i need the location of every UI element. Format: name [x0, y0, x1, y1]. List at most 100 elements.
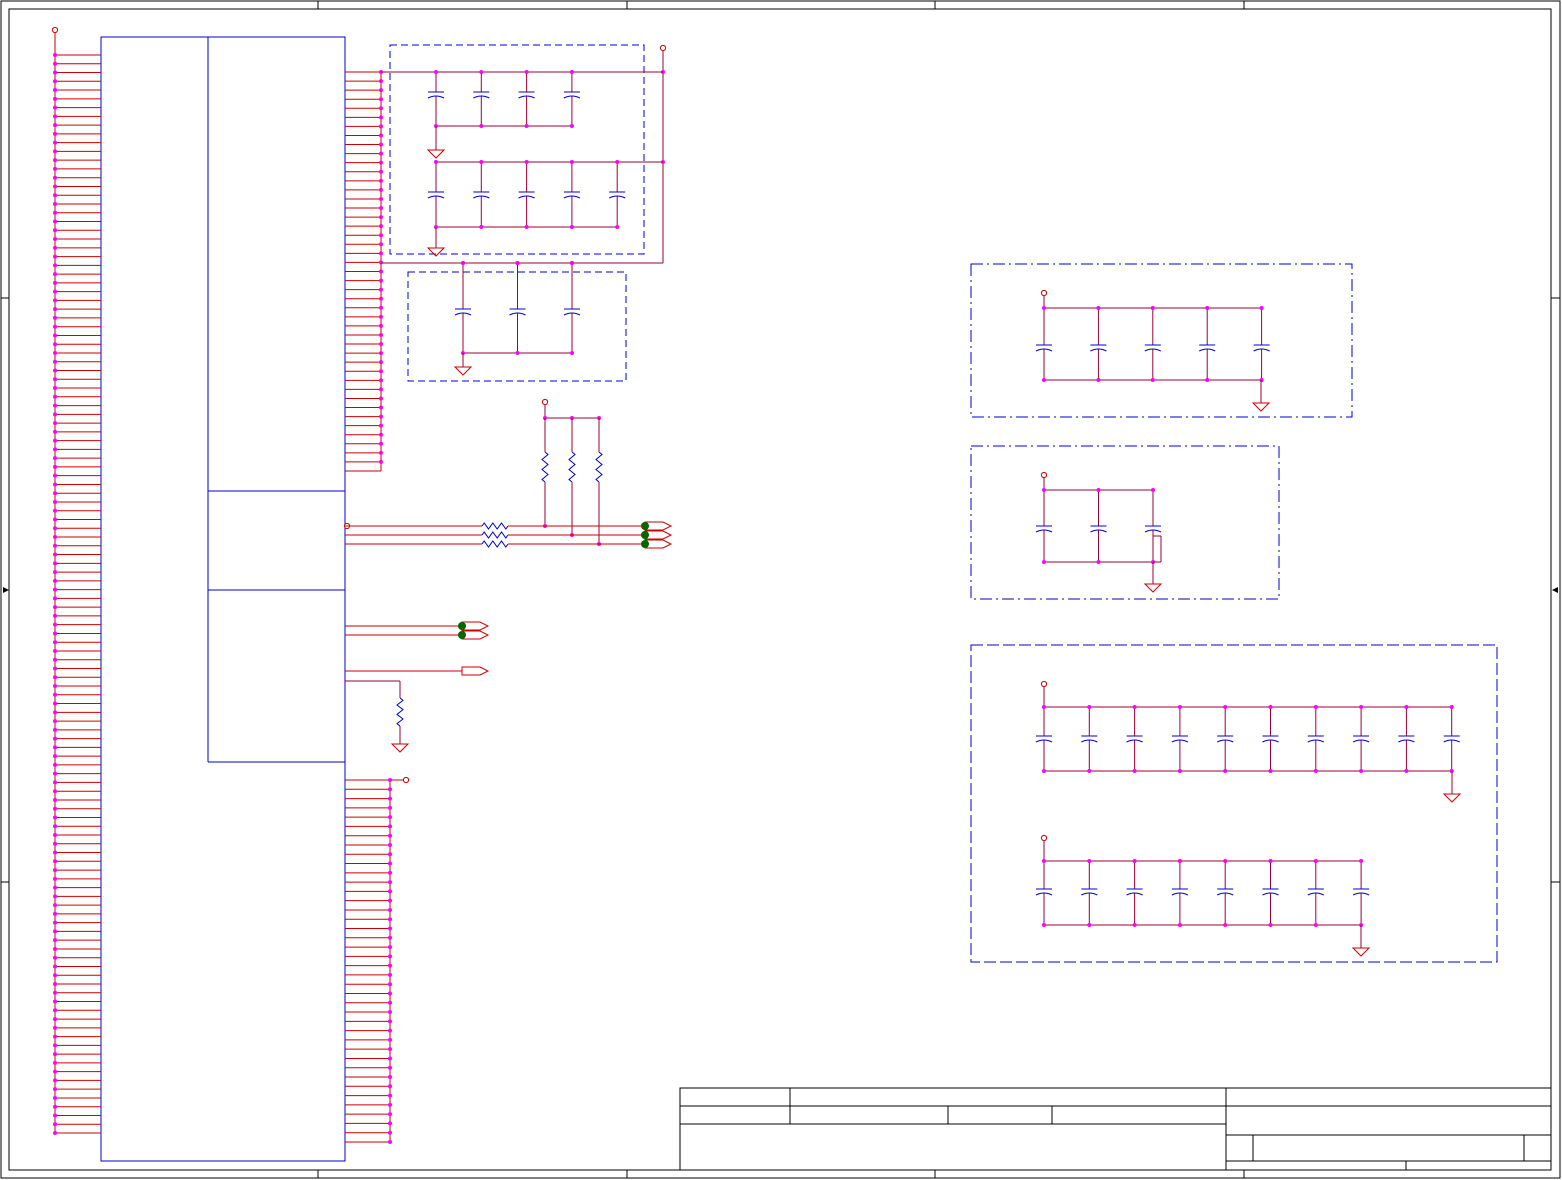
junction-dot — [379, 287, 383, 292]
resistor-horizontal — [481, 522, 509, 530]
junction-dot — [388, 991, 392, 996]
junction-dot — [53, 710, 57, 715]
junction-dot — [379, 133, 383, 138]
junction-dot — [1359, 859, 1364, 863]
junction-dot — [53, 1104, 57, 1109]
junction-dot — [379, 305, 383, 310]
junction-dot — [53, 789, 57, 794]
junction-dot — [53, 982, 57, 987]
junction-dot — [379, 142, 383, 147]
junction-dot — [1096, 488, 1101, 492]
junction-dot — [1205, 306, 1210, 310]
junction-dot — [53, 245, 57, 250]
junction-dot — [515, 261, 520, 265]
junction-dot — [479, 70, 484, 74]
resistor-vertical — [396, 697, 404, 727]
power-port — [1040, 471, 1048, 479]
junction-dot — [379, 124, 383, 129]
junction-dot — [388, 1037, 392, 1042]
junction-dot — [524, 225, 529, 229]
junction-dot — [53, 1008, 57, 1013]
junction-dot — [388, 1112, 392, 1117]
junction-dot — [53, 797, 57, 802]
off-page-connector — [641, 539, 673, 549]
junction-dot — [53, 88, 57, 93]
junction-dot — [388, 824, 392, 829]
junction-dot — [53, 543, 57, 548]
ground-symbol — [426, 144, 446, 159]
junction-dot — [1042, 306, 1046, 310]
ground-symbol — [1251, 397, 1271, 412]
junction-dot — [53, 473, 57, 478]
junction-dot — [53, 1078, 57, 1083]
ground-triangle — [1351, 947, 1371, 957]
junction-dot — [53, 307, 57, 312]
ground-symbol — [1143, 578, 1163, 593]
junction-dot — [388, 889, 392, 894]
junction-dot — [1259, 306, 1264, 310]
junction-dot — [1096, 560, 1101, 564]
off-page-connector — [641, 530, 673, 540]
junction-dot — [379, 260, 383, 265]
junction-dot — [53, 570, 57, 575]
resistor-horizontal — [481, 531, 509, 539]
junction-dot — [53, 280, 57, 285]
off-page-connector — [458, 630, 490, 640]
junction-dot — [388, 778, 392, 782]
junction-dot — [461, 261, 465, 265]
junction-dot — [53, 622, 57, 627]
junction-dot — [53, 447, 57, 452]
junction-dot — [53, 1095, 57, 1100]
junction-dot — [1042, 488, 1046, 492]
ground-triangle — [1442, 793, 1462, 803]
junction-dot — [1268, 705, 1273, 709]
junction-dot — [388, 1140, 392, 1144]
junction-dot — [53, 394, 57, 399]
junction-dot — [1042, 560, 1046, 564]
junction-dot — [388, 972, 392, 977]
junction-dot — [53, 526, 57, 531]
junction-dot — [1223, 705, 1228, 709]
junction-dot — [53, 929, 57, 934]
junction-dot — [53, 403, 57, 408]
junction-dot — [53, 815, 57, 820]
junction-dot — [388, 898, 392, 903]
junction-dot — [1150, 306, 1155, 310]
junction-dot — [388, 926, 392, 931]
junction-dot — [1313, 705, 1318, 709]
junction-dot — [53, 228, 57, 233]
junction-dot — [388, 852, 392, 857]
junction-dot — [53, 745, 57, 750]
junction-dot — [53, 70, 57, 75]
junction-dot — [388, 1121, 392, 1126]
ground-symbol — [1442, 788, 1462, 803]
junction-dot — [379, 405, 383, 410]
junction-dot — [53, 263, 57, 268]
junction-dot — [379, 414, 383, 419]
junction-dot — [1223, 859, 1228, 863]
junction-dot — [53, 491, 57, 496]
junction-dot — [1132, 859, 1137, 863]
junction-dot — [53, 578, 57, 583]
power-port — [1040, 680, 1048, 688]
junction-dot — [434, 70, 438, 74]
junction-dot — [388, 945, 392, 950]
ground-symbol — [453, 361, 473, 376]
junction-dot — [524, 70, 529, 74]
junction-dot — [1042, 923, 1046, 927]
junction-dot — [388, 917, 392, 922]
junction-dot — [53, 184, 57, 189]
junction-dot — [379, 242, 383, 247]
junction-dot — [53, 61, 57, 66]
junction-dot — [53, 999, 57, 1004]
junction-dot — [53, 1017, 57, 1022]
junction-dot — [479, 225, 484, 229]
junction-dot — [570, 351, 574, 355]
ground-triangle — [390, 743, 410, 753]
junction-dot — [53, 359, 57, 364]
junction-dot — [53, 692, 57, 697]
junction-dot — [53, 158, 57, 163]
junction-dot — [53, 719, 57, 724]
junction-dot — [53, 657, 57, 662]
junction-dot — [53, 140, 57, 145]
